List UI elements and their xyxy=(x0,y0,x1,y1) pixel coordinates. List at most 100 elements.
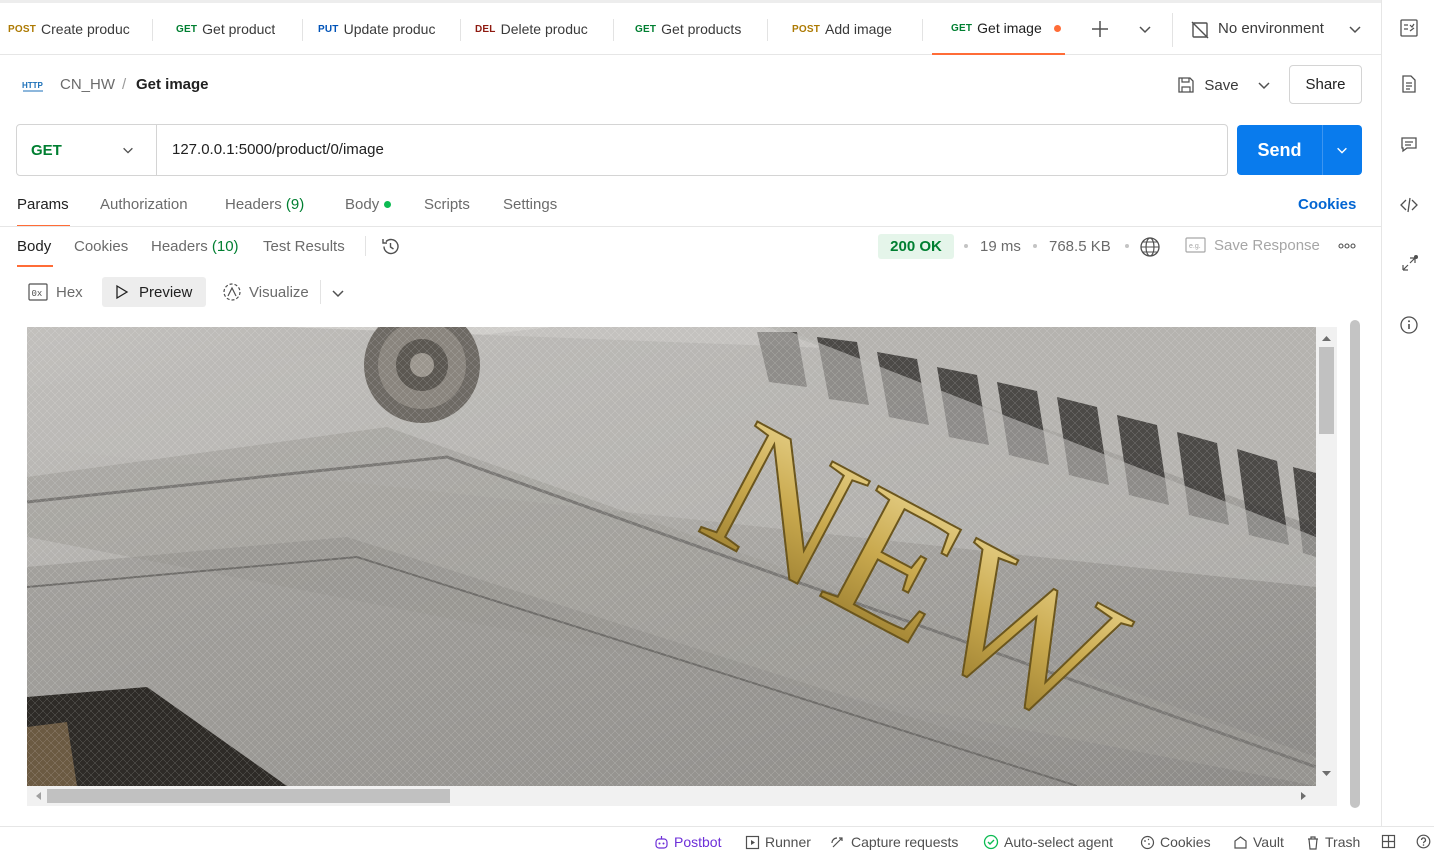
tab-delete-product[interactable]: DEL Delete produc xyxy=(475,3,597,55)
visualize-view-button[interactable]: Visualize xyxy=(214,277,317,307)
response-tab-headers[interactable]: Headers (10) xyxy=(151,238,239,255)
svg-text:e.g.: e.g. xyxy=(1189,243,1201,250)
postbot-button[interactable]: Postbot xyxy=(654,834,721,850)
check-circle-icon xyxy=(983,834,999,850)
related-collections-icon[interactable] xyxy=(1399,254,1419,274)
building-facade-image: NEW xyxy=(27,327,1316,786)
runner-label: Runner xyxy=(765,834,811,850)
cookies-link[interactable]: Cookies xyxy=(1298,196,1356,213)
response-tab-cookies[interactable]: Cookies xyxy=(74,238,128,255)
hex-label: Hex xyxy=(56,283,83,301)
status-bar: Postbot Runner Capture requests Auto-sel… xyxy=(0,826,1434,855)
code-icon[interactable] xyxy=(1399,195,1419,215)
tab-get-image[interactable]: GET Get image xyxy=(932,3,1065,55)
page-title[interactable]: Get image xyxy=(136,76,209,93)
tab-update-product[interactable]: PUT Update produc xyxy=(318,3,440,55)
agent-label: Auto-select agent xyxy=(1004,834,1113,850)
response-image-preview: NEW xyxy=(27,327,1316,786)
trash-button[interactable]: Trash xyxy=(1306,834,1360,850)
tab-body-label: Body xyxy=(345,196,380,213)
tab-get-products[interactable]: GET Get products xyxy=(635,3,760,55)
breadcrumb-collection[interactable]: CN_HW xyxy=(60,76,115,93)
tab-get-product[interactable]: GET Get product xyxy=(176,3,296,55)
response-time[interactable]: 19 ms xyxy=(980,238,1021,255)
example-icon: e.g. xyxy=(1185,237,1206,253)
send-label: Send xyxy=(1257,140,1302,160)
tab-authorization[interactable]: Authorization xyxy=(100,196,188,213)
environment-selector[interactable]: No environment xyxy=(1218,20,1324,37)
visualize-label: Visualize xyxy=(249,283,309,301)
url-bar: GET 127.0.0.1:5000/product/0/image xyxy=(16,124,1228,176)
horizontal-scroll-thumb xyxy=(47,789,450,803)
tab-create-product[interactable]: POST Create produc xyxy=(8,3,132,55)
auto-select-agent-button[interactable]: Auto-select agent xyxy=(983,834,1113,850)
save-response-button[interactable]: Save Response xyxy=(1214,237,1320,254)
tab-headers[interactable]: Headers (9) xyxy=(225,196,304,213)
chevron-down-icon[interactable] xyxy=(1335,143,1349,157)
more-options-icon[interactable] xyxy=(1338,242,1356,250)
tab-body[interactable]: Body xyxy=(345,196,392,213)
save-button[interactable]: Save xyxy=(1170,68,1245,102)
request-tab-bar: POST Create produc GET Get product PUT U… xyxy=(0,0,1381,55)
method-badge: POST xyxy=(8,23,37,35)
chevron-down-icon[interactable] xyxy=(1347,21,1363,37)
breadcrumb-separator: / xyxy=(122,76,127,93)
hex-view-button[interactable]: 0x Hex xyxy=(20,277,91,307)
preview-view-button[interactable]: Preview xyxy=(102,277,206,307)
image-vertical-scrollbar[interactable] xyxy=(1316,327,1337,786)
chevron-down-icon[interactable] xyxy=(1256,77,1272,93)
tab-label: Get image xyxy=(977,20,1042,36)
tab-scripts[interactable]: Scripts xyxy=(424,196,470,213)
vertical-scroll-thumb xyxy=(1319,347,1334,434)
layout-toggle-icon[interactable] xyxy=(1381,834,1401,849)
chevron-down-icon[interactable] xyxy=(1137,21,1153,37)
tab-headers-label: Headers xyxy=(225,196,282,213)
response-tab-body[interactable]: Body xyxy=(17,238,51,255)
image-horizontal-scrollbar[interactable] xyxy=(27,786,1337,806)
history-icon[interactable] xyxy=(380,236,401,257)
response-size[interactable]: 768.5 KB xyxy=(1049,238,1111,255)
globe-icon[interactable] xyxy=(1139,236,1161,258)
save-label: Save xyxy=(1204,76,1239,94)
plus-icon[interactable] xyxy=(1090,19,1110,39)
tab-label: Create produc xyxy=(41,21,130,37)
documentation-icon[interactable] xyxy=(1399,74,1419,94)
postbot-label: Postbot xyxy=(674,834,722,850)
tab-label: Get product xyxy=(202,21,276,37)
method-badge: PUT xyxy=(318,23,339,35)
response-headers-count: (10) xyxy=(211,238,239,255)
help-icon[interactable] xyxy=(1416,834,1434,849)
response-pane-scroll-thumb xyxy=(1350,320,1360,808)
postbot-icon xyxy=(655,835,668,849)
method-select[interactable]: GET xyxy=(17,125,157,175)
headers-count: (9) xyxy=(285,196,305,213)
method-badge: POST xyxy=(792,23,821,35)
comments-icon[interactable] xyxy=(1399,135,1419,155)
capture-requests-button[interactable]: Capture requests xyxy=(830,834,958,850)
response-pane-scrollbar[interactable] xyxy=(1349,318,1361,810)
tab-params[interactable]: Params xyxy=(17,196,69,213)
tab-label: Delete produc xyxy=(500,21,588,37)
tab-label: Update produc xyxy=(343,21,436,37)
unsaved-dot xyxy=(1053,24,1061,32)
url-input[interactable]: 127.0.0.1:5000/product/0/image xyxy=(172,125,384,175)
send-button[interactable]: Send xyxy=(1237,125,1362,175)
chevron-down-icon[interactable] xyxy=(330,285,346,301)
tab-add-image[interactable]: POST Add image xyxy=(792,3,912,55)
info-icon[interactable] xyxy=(1399,315,1419,335)
cookies-footer-button[interactable]: Cookies xyxy=(1140,834,1211,850)
play-icon xyxy=(116,284,129,300)
vault-button[interactable]: Vault xyxy=(1233,834,1284,850)
right-sidebar xyxy=(1381,0,1434,826)
status-badge[interactable]: 200 OK xyxy=(878,234,954,259)
response-tab-test-results[interactable]: Test Results xyxy=(263,238,345,255)
http-badge-text: HTTP xyxy=(22,81,44,90)
http-request-icon: HTTP xyxy=(22,77,44,93)
environment-quick-look-icon[interactable] xyxy=(1399,18,1419,38)
tab-settings[interactable]: Settings xyxy=(503,196,557,213)
tab-label: Add image xyxy=(825,21,892,37)
share-button[interactable]: Share xyxy=(1289,65,1362,104)
runner-button[interactable]: Runner xyxy=(745,834,811,850)
vault-label: Vault xyxy=(1253,834,1284,850)
runner-icon xyxy=(745,835,760,849)
